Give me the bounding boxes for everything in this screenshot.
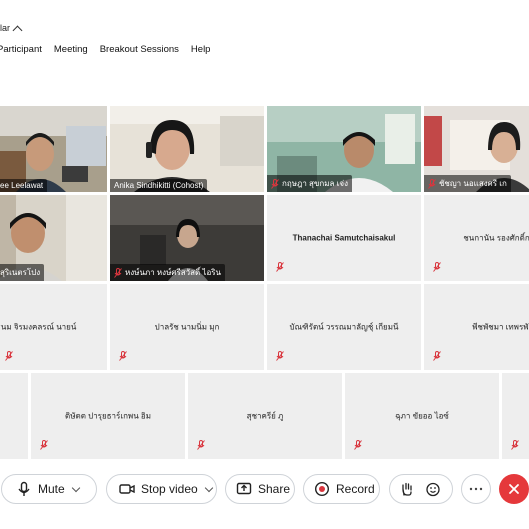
- top-bar: lar: [0, 18, 529, 38]
- muted-mic-icon: [433, 351, 441, 361]
- participant-name: หงษ์นภา หงษ์ศรีสวัสดิ์ ไอริน: [110, 264, 226, 281]
- meeting-toolbar: Mute Stop video Share Record: [0, 466, 529, 512]
- participant-name: ชัชญา นอแสงศรี เก: [424, 175, 511, 192]
- muted-mic-icon: [511, 440, 519, 450]
- menu-item-participant[interactable]: Participant: [0, 44, 42, 55]
- record-label: Record: [336, 482, 375, 496]
- participant-name-text: หงษ์นภา หงษ์ศรีสวัสดิ์ ไอริน: [125, 268, 222, 277]
- muted-mic-icon: [271, 178, 279, 189]
- muted-mic-icon: [428, 178, 436, 189]
- emoji-reaction-icon[interactable]: [425, 481, 441, 497]
- muted-mic-icon: [197, 440, 205, 450]
- participant-tile[interactable]: สุชาครีย์ ภู: [188, 373, 342, 459]
- muted-mic-icon: [276, 262, 284, 272]
- video-camera-icon: [119, 484, 135, 494]
- mute-label: Mute: [38, 482, 65, 496]
- participant-tile[interactable]: ชัชญา นอแสงศรี เก: [424, 106, 529, 192]
- participant-tile[interactable]: [502, 373, 529, 459]
- participant-grid: ee Leelawat Anika Sindhikitti (Cohost) ก…: [0, 104, 529, 459]
- participant-tile[interactable]: ee Leelawat: [0, 106, 107, 192]
- chevron-up-icon[interactable]: [12, 25, 23, 35]
- participant-tile[interactable]: หงษ์นภา หงษ์ศรีสวัสดิ์ ไอริน: [110, 195, 264, 281]
- menu-item-meeting[interactable]: Meeting: [54, 44, 88, 55]
- participant-tile[interactable]: กฤษฎา สุขกมล เจ่ง: [267, 106, 421, 192]
- participant-name: สุริเนตรโปง: [0, 264, 45, 281]
- participant-tile[interactable]: [0, 373, 28, 459]
- participant-tile[interactable]: ฉุภา ขัยออ ไอซ์: [345, 373, 499, 459]
- participant-name-text: กฤษฎา สุขกมล เจ่ง: [282, 179, 348, 188]
- participant-name: พีชพัชมา เทพรพัน: [472, 322, 529, 332]
- participant-tile[interactable]: พีชพัชมา เทพรพัน: [424, 284, 529, 370]
- muted-mic-icon: [354, 440, 362, 450]
- menu-item-breakout-sessions[interactable]: Breakout Sessions: [100, 44, 179, 55]
- leave-meeting-button[interactable]: [499, 474, 529, 504]
- participant-name: Thanachai Samutchaisakul: [292, 233, 396, 243]
- record-icon: [314, 481, 330, 497]
- participant-name: ee Leelawat: [0, 179, 48, 192]
- menu-bar: Participant Meeting Breakout Sessions He…: [0, 40, 529, 58]
- microphone-icon: [18, 481, 30, 496]
- participant-name-text: ชัชญา นอแสงศรี เก: [439, 179, 507, 188]
- participant-tile[interactable]: Thanachai Samutchaisakul: [267, 195, 421, 281]
- participant-name: Anika Sindhikitti (Cohost): [110, 179, 208, 192]
- chevron-down-icon[interactable]: [204, 483, 213, 492]
- muted-mic-icon: [114, 267, 122, 278]
- more-dots-icon: [469, 487, 483, 491]
- more-options-button[interactable]: [461, 474, 491, 504]
- mute-button[interactable]: Mute: [1, 474, 97, 504]
- participant-tile[interactable]: บัณฑิรัตน์ วรรณมาลัญชุ์ เกียมนี: [267, 284, 421, 370]
- top-bar-label[interactable]: lar: [0, 23, 10, 33]
- participant-name: ฉุภา ขัยออ ไอซ์: [395, 411, 449, 421]
- meeting-window: lar Participant Meeting Breakout Session…: [0, 0, 529, 529]
- participant-tile[interactable]: ดิษัตต ปารุยธาร์เกพน อิม: [31, 373, 185, 459]
- reactions-group: [389, 474, 453, 504]
- record-button[interactable]: Record: [303, 474, 380, 504]
- menu-item-help[interactable]: Help: [191, 44, 211, 55]
- share-label: Share: [258, 482, 291, 496]
- participant-name: ดิษัตต ปารุยธาร์เกพน อิม: [65, 411, 151, 421]
- muted-mic-icon: [40, 440, 48, 450]
- muted-mic-icon: [119, 351, 127, 361]
- participant-name: ปาลรัช นามนิ่ม มุก: [154, 322, 220, 332]
- muted-mic-icon: [276, 351, 284, 361]
- participant-name: กฤษฎา สุขกมล เจ่ง: [267, 175, 352, 192]
- stop-video-button[interactable]: Stop video: [106, 474, 217, 504]
- participant-tile[interactable]: ปาลรัช นามนิ่ม มุก: [110, 284, 264, 370]
- muted-mic-icon: [5, 351, 13, 361]
- raise-hand-icon[interactable]: [399, 481, 415, 497]
- participant-tile[interactable]: Anika Sindhikitti (Cohost): [110, 106, 264, 192]
- share-screen-icon: [236, 482, 252, 495]
- participant-tile[interactable]: สุริเนตรโปง: [0, 195, 107, 281]
- participant-name: สุชาครีย์ ภู: [246, 411, 284, 421]
- chevron-down-icon[interactable]: [71, 483, 80, 492]
- participant-name: บัณฑิรัตน์ วรรณมาลัญชุ์ เกียมนี: [289, 322, 399, 332]
- participant-tile[interactable]: ธนม จิรมงคลรณ์ นายน์: [0, 284, 107, 370]
- participant-tile[interactable]: ชนกานัน รองศักดิ์กร์: [424, 195, 529, 281]
- participant-name: ธนม จิรมงคลรณ์ นายน์: [0, 322, 77, 332]
- stop-video-label: Stop video: [141, 482, 198, 496]
- share-button[interactable]: Share: [225, 474, 295, 504]
- muted-mic-icon: [433, 262, 441, 272]
- close-icon: [509, 484, 519, 494]
- participant-name: ชนกานัน รองศักดิ์กร์: [463, 233, 529, 243]
